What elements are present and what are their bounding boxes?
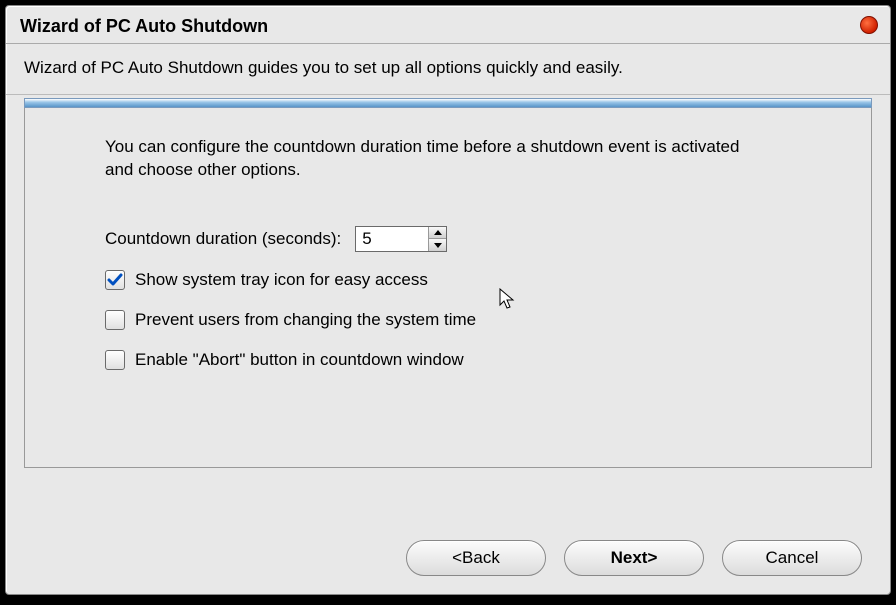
spinner-buttons [428, 227, 446, 251]
content-panel: You can configure the countdown duration… [24, 98, 872, 468]
subtitle-text: Wizard of PC Auto Shutdown guides you to… [24, 58, 872, 78]
checkbox-tray-icon[interactable] [105, 270, 125, 290]
panel-header-strip [24, 98, 872, 108]
next-button[interactable]: Next> [564, 540, 704, 576]
window-title: Wizard of PC Auto Shutdown [20, 16, 268, 36]
countdown-label: Countdown duration (seconds): [105, 229, 341, 249]
titlebar: Wizard of PC Auto Shutdown [6, 6, 890, 44]
back-button[interactable]: <Back [406, 540, 546, 576]
subtitle-area: Wizard of PC Auto Shutdown guides you to… [6, 44, 890, 95]
chevron-down-icon [434, 243, 442, 248]
option-prevent-time: Prevent users from changing the system t… [105, 310, 831, 330]
option-tray-icon-label: Show system tray icon for easy access [135, 270, 428, 290]
chevron-up-icon [434, 230, 442, 235]
button-bar: <Back Next> Cancel [406, 540, 862, 576]
wizard-window: Wizard of PC Auto Shutdown Wizard of PC … [5, 5, 891, 595]
countdown-row: Countdown duration (seconds): [105, 226, 831, 252]
checkbox-abort-button[interactable] [105, 350, 125, 370]
close-icon[interactable] [860, 16, 878, 34]
checkmark-icon [107, 272, 123, 288]
option-tray-icon: Show system tray icon for easy access [105, 270, 831, 290]
checkbox-prevent-time[interactable] [105, 310, 125, 330]
option-prevent-time-label: Prevent users from changing the system t… [135, 310, 476, 330]
countdown-input[interactable] [356, 227, 428, 251]
spinner-down-button[interactable] [429, 239, 446, 251]
cancel-button[interactable]: Cancel [722, 540, 862, 576]
countdown-spinner[interactable] [355, 226, 447, 252]
option-abort-button: Enable "Abort" button in countdown windo… [105, 350, 831, 370]
panel-description: You can configure the countdown duration… [105, 136, 745, 182]
option-abort-button-label: Enable "Abort" button in countdown windo… [135, 350, 464, 370]
spinner-up-button[interactable] [429, 227, 446, 240]
